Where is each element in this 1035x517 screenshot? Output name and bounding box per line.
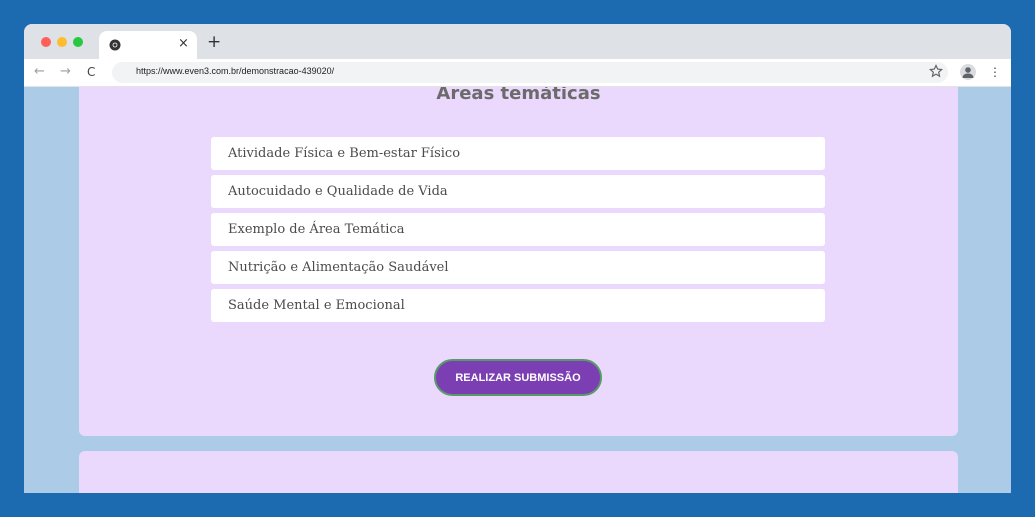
tab-bar: × + — [24, 24, 1011, 59]
browser-tab[interactable]: × — [99, 31, 197, 59]
bookmark-star-icon[interactable] — [929, 64, 943, 78]
area-item: Saúde Mental e Emocional — [211, 289, 825, 322]
area-item: Exemplo de Área Temática — [211, 213, 825, 246]
new-tab-button[interactable]: + — [207, 32, 221, 52]
browser-toolbar: ← → C https://www.even3.com.br/demonstra… — [24, 59, 1011, 87]
browser-window: × + ← → C https://www.even3.com.br/demon… — [24, 24, 1011, 493]
close-tab-icon[interactable]: × — [178, 36, 189, 51]
forward-button[interactable]: → — [60, 62, 71, 82]
area-item: Nutrição e Alimentação Saudável — [211, 251, 825, 284]
reload-button[interactable]: C — [87, 62, 95, 82]
back-button[interactable]: ← — [34, 62, 45, 82]
page-viewport: Áreas temáticas Atividade Física e Bem-e… — [24, 87, 1011, 493]
section-title: Áreas temáticas — [436, 87, 601, 104]
minimize-window-button[interactable] — [57, 37, 67, 47]
submit-button[interactable]: REALIZAR SUBMISSÃO — [434, 359, 602, 396]
area-item: Atividade Física e Bem-estar Físico — [211, 137, 825, 170]
profile-avatar-icon[interactable] — [960, 64, 976, 80]
chrome-icon — [109, 39, 121, 51]
url-text[interactable]: https://www.even3.com.br/demonstracao-43… — [136, 66, 334, 76]
browser-menu-icon[interactable]: ⋮ — [989, 62, 1001, 82]
next-section-card — [79, 451, 958, 493]
thematic-areas-card: Áreas temáticas Atividade Física e Bem-e… — [79, 87, 958, 436]
close-window-button[interactable] — [41, 37, 51, 47]
area-item: Autocuidado e Qualidade de Vida — [211, 175, 825, 208]
address-bar[interactable]: https://www.even3.com.br/demonstracao-43… — [112, 62, 948, 83]
maximize-window-button[interactable] — [73, 37, 83, 47]
thematic-areas-list: Atividade Física e Bem-estar Físico Auto… — [211, 137, 825, 327]
